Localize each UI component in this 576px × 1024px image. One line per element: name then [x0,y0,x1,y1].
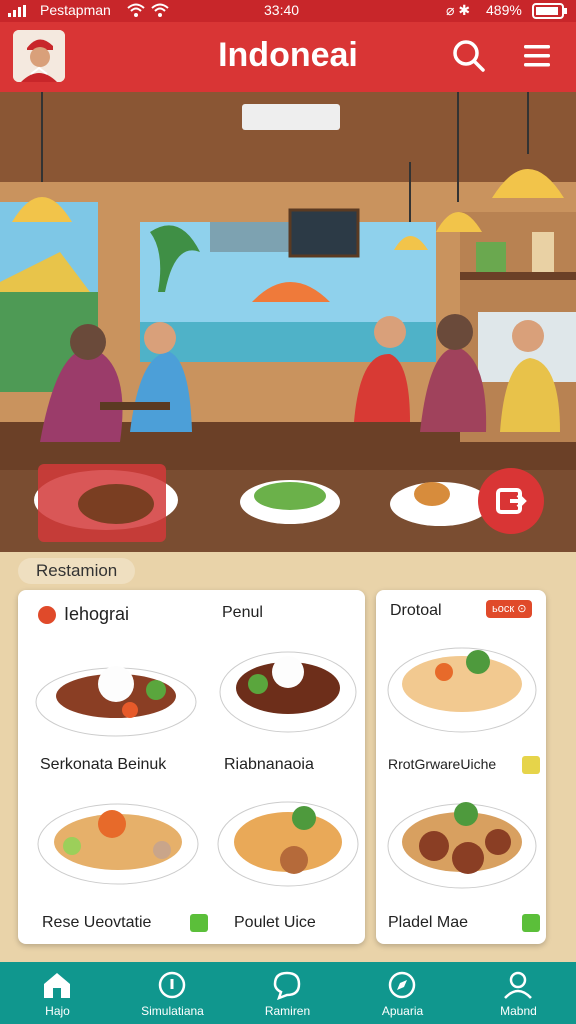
dish-image [387,802,537,889]
column-header: Iehograi [64,604,130,624]
check-icon[interactable] [522,756,540,774]
dish-item[interactable]: RrotGrwareUiche [382,634,542,784]
user-icon [504,971,532,999]
dish-item[interactable]: Poulet Uice [214,790,364,940]
nav-item-explore[interactable]: Apuaria [345,962,460,1024]
chat-icon [273,971,301,1000]
nav-item-messages[interactable]: Ramiren [230,962,345,1024]
restaurant-hero-image [0,92,576,552]
nav-item-simulation[interactable]: Simulatiana [115,962,230,1024]
menu-card-left: Iehograi Penul Serkonata Beinuk Riabnana… [18,590,365,944]
dish-image [387,647,537,733]
dish-image [35,666,197,737]
check-icon[interactable] [190,914,208,932]
battery-icon [532,3,568,22]
nav-label: Ramiren [264,1004,311,1018]
share-button[interactable] [478,468,544,534]
dish-item[interactable]: Serkonata Beinuk [32,632,202,782]
section-label: Restamion [18,558,136,584]
dish-name: Pladel Mae [388,914,469,931]
dish-image [217,801,359,887]
dish-item[interactable]: Pladel Mae [382,790,542,940]
search-icon [453,40,485,72]
card-header: Drotoal [390,602,442,619]
info-icon [158,971,186,999]
carrier-label: Pestapman [40,2,111,18]
column-header: Penul [222,604,263,621]
battery-label: 489% [486,2,522,18]
restaurant-badge-icon [38,606,56,624]
dish-name: Poulet Uice [234,914,316,931]
status-icons: ⌀ ✱ [446,2,471,18]
avatar[interactable] [13,30,65,82]
menu-card-right: Drotoal ьоск ⊙ RrotGrwareUiche Pladel Ma… [376,590,546,944]
dish-image [219,651,357,733]
app-header: Indoneai [0,22,576,92]
dish-item[interactable]: Riabnanaoia [214,632,364,782]
dish-image [37,803,199,885]
compass-icon [388,971,416,999]
dish-name: RrotGrwareUiche [388,756,497,772]
signal-icon [8,4,28,20]
nav-label: Mabnd [500,1004,537,1018]
dish-name: Serkonata Beinuk [40,756,167,773]
nav-label: Apuaria [381,1004,424,1018]
home-icon [44,973,70,998]
share-icon [496,488,527,514]
check-icon[interactable] [522,914,540,932]
bottom-nav: Hajo Simulatiana Ramiren Apuaria Mabnd [0,962,576,1024]
dish-item[interactable]: Rese Ueovtatie [32,790,208,940]
status-badge: ьоск ⊙ [486,600,533,618]
clock-label: 33:40 [264,2,300,18]
dish-name: Riabnanaoia [224,756,314,773]
page-title: Indoneai [218,36,358,74]
wifi-icon [126,2,170,21]
hamburger-menu-icon [524,45,550,67]
status-bar: Pestapman 33:40 ⌀ ✱ 489% [0,0,576,22]
menu-button[interactable] [518,36,558,76]
search-button[interactable] [448,36,488,76]
nav-item-profile[interactable]: Mabnd [461,962,576,1024]
nav-label: Simulatiana [141,1004,204,1018]
dish-name: Rese Ueovtatie [42,914,152,931]
nav-item-home[interactable]: Hajo [0,962,115,1024]
nav-label: Hajo [45,1004,70,1018]
